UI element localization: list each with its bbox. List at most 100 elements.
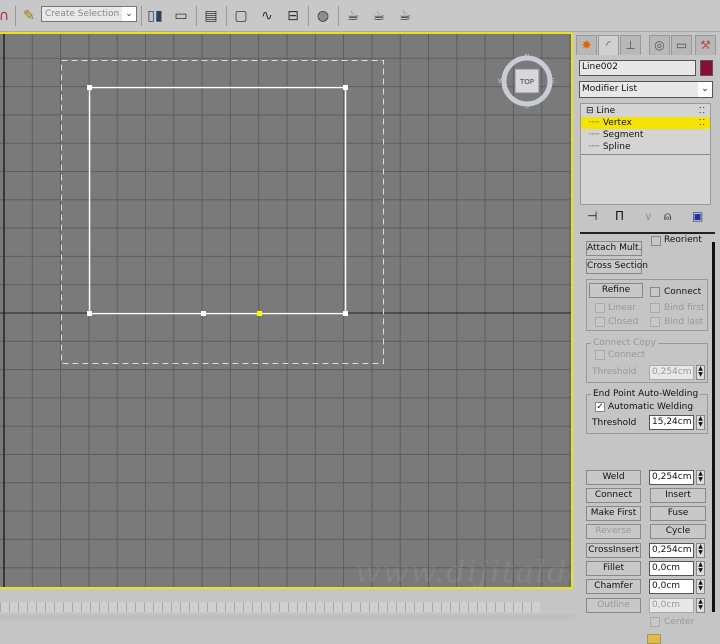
configure-modifier-sets-icon[interactable]: ▣ bbox=[692, 209, 703, 223]
connect-copy-label: Connect bbox=[608, 350, 646, 360]
reorient-checkbox[interactable] bbox=[651, 236, 661, 246]
spinner[interactable]: ▲ ▼ bbox=[696, 365, 705, 380]
reverse-button[interactable]: Reverse bbox=[586, 524, 641, 539]
show-end-result-icon[interactable]: Π bbox=[615, 209, 624, 223]
spinner[interactable]: ▲ ▼ bbox=[696, 470, 705, 485]
create-icon: ✸ bbox=[581, 38, 592, 52]
connect-copy-checkbox[interactable] bbox=[595, 350, 605, 360]
divider bbox=[196, 6, 197, 26]
stack-item-vertex[interactable]: ┈┈ Vertex ⁚⁚ bbox=[581, 117, 710, 129]
spinner[interactable]: ▲ ▼ bbox=[696, 598, 705, 613]
center-checkbox[interactable] bbox=[650, 617, 660, 627]
chamfer-input[interactable]: 0,0cm bbox=[649, 579, 694, 594]
outline-button[interactable]: Outline bbox=[586, 598, 641, 613]
spinner[interactable]: ▲ ▼ bbox=[696, 561, 705, 576]
linear-checkbox[interactable] bbox=[595, 303, 605, 313]
make-unique-icon[interactable]: ∨ bbox=[644, 209, 653, 223]
bind-last-checkbox[interactable] bbox=[650, 317, 660, 327]
layer-manager-icon[interactable]: ▤ bbox=[201, 7, 221, 25]
render-setup-icon[interactable]: ☕ bbox=[343, 7, 363, 25]
stack-item-spline[interactable]: ┈┈ Spline bbox=[581, 141, 710, 153]
refine-button[interactable]: Refine bbox=[589, 283, 643, 298]
selection-set-dropdown[interactable]: Create Selection Se ⌄ bbox=[41, 6, 137, 22]
vertex[interactable] bbox=[87, 85, 92, 90]
spinner[interactable]: ▲ ▼ bbox=[696, 579, 705, 594]
selection-mode-icon[interactable] bbox=[647, 634, 661, 644]
viewport-canvas[interactable]: TOP N S E W bbox=[0, 32, 573, 589]
bind-first-label: Bind first bbox=[664, 303, 705, 313]
panel-scrollbar[interactable] bbox=[712, 242, 715, 612]
make-first-button[interactable]: Make First bbox=[586, 506, 641, 521]
connect-button[interactable]: Connect bbox=[586, 488, 641, 503]
chamfer-button[interactable]: Chamfer bbox=[586, 579, 641, 594]
vertex[interactable] bbox=[201, 311, 206, 316]
chevron-down-icon: ⌄ bbox=[698, 82, 712, 97]
selection-set-text: Create Selection Se bbox=[45, 9, 134, 19]
auto-weld-threshold-input[interactable]: 15,24cm bbox=[649, 415, 694, 430]
weld-threshold-input[interactable]: 0,254cm bbox=[649, 470, 694, 485]
insert-button[interactable]: Insert bbox=[650, 488, 706, 503]
cross-section-button[interactable]: Cross Section bbox=[586, 259, 648, 274]
main-toolbar: ∩ ✎ Create Selection Se ⌄ ▯▮ ▭ ▤ ▢ ∿ ⊟ ◍ … bbox=[0, 0, 720, 32]
bind-first-checkbox[interactable] bbox=[650, 303, 660, 313]
remove-modifier-icon[interactable]: ⍝ bbox=[664, 209, 671, 224]
closed-checkbox[interactable] bbox=[595, 317, 605, 327]
line-shape[interactable] bbox=[88, 86, 347, 315]
magnet-icon[interactable]: ∩ bbox=[0, 7, 14, 25]
viewcube[interactable]: TOP N S E W bbox=[498, 53, 555, 110]
tab-utilities[interactable]: ⚒ bbox=[695, 35, 716, 55]
chevron-down-icon: ⌄ bbox=[122, 7, 136, 21]
subobject-dots-icon: ⁚⁚ bbox=[698, 106, 706, 115]
time-slider-track[interactable] bbox=[0, 602, 540, 612]
connect-copy-threshold-input[interactable]: 0,254cm bbox=[649, 365, 694, 380]
modify-icon: ◜ bbox=[606, 38, 611, 52]
vertex[interactable] bbox=[87, 311, 92, 316]
spinner[interactable]: ▲ ▼ bbox=[696, 543, 705, 558]
stack-item-line[interactable]: ⊟ Line ⁚⁚ bbox=[581, 105, 710, 117]
align-icon[interactable]: ▭ bbox=[171, 7, 191, 25]
subobject-dots-icon: ⁚⁚ bbox=[698, 118, 706, 127]
named-selection-edit-icon[interactable]: ✎ bbox=[19, 7, 39, 25]
scene-explorer-icon[interactable]: ▢ bbox=[231, 7, 251, 25]
selection-bounding-box bbox=[61, 60, 384, 364]
tree-line: ┈┈ bbox=[589, 142, 600, 152]
weld-button[interactable]: Weld bbox=[586, 470, 641, 485]
fillet-button[interactable]: Fillet bbox=[586, 561, 641, 576]
modifier-stack[interactable]: ⊟ Line ⁚⁚ ┈┈ Vertex ⁚⁚ ┈┈ Segment ┈┈ Spline bbox=[580, 103, 711, 205]
render-icon[interactable]: ☕ bbox=[395, 7, 415, 25]
divider bbox=[141, 6, 142, 26]
schematic-view-icon[interactable]: ⊟ bbox=[283, 7, 303, 25]
stack-item-segment[interactable]: ┈┈ Segment bbox=[581, 129, 710, 141]
fuse-button[interactable]: Fuse bbox=[650, 506, 706, 521]
tab-hierarchy[interactable]: ⊥ bbox=[620, 35, 641, 55]
attach-mult-button[interactable]: Attach Mult. bbox=[586, 241, 642, 256]
modifier-list-dropdown[interactable]: Modifier List ⌄ bbox=[579, 81, 713, 98]
vertex[interactable] bbox=[343, 311, 348, 316]
vertex[interactable] bbox=[343, 85, 348, 90]
material-editor-icon[interactable]: ◍ bbox=[313, 7, 333, 25]
cycle-button[interactable]: Cycle bbox=[650, 524, 706, 539]
object-color-swatch[interactable] bbox=[700, 60, 713, 76]
vertex-selected[interactable] bbox=[257, 311, 262, 316]
pin-stack-icon[interactable]: ⊣ bbox=[587, 209, 597, 223]
divider bbox=[580, 232, 715, 234]
render-frame-icon[interactable]: ☕ bbox=[369, 7, 389, 25]
tab-modify[interactable]: ◜ bbox=[598, 35, 619, 55]
tab-motion[interactable]: ◎ bbox=[649, 35, 670, 55]
automatic-welding-checkbox[interactable]: ✓ bbox=[595, 402, 605, 412]
outline-input[interactable]: 0,0cm bbox=[649, 598, 694, 613]
mirror-icon[interactable]: ▯▮ bbox=[145, 7, 165, 25]
connect-checkbox[interactable] bbox=[650, 287, 660, 297]
object-name-input[interactable]: Line002 bbox=[579, 60, 696, 76]
curve-editor-icon[interactable]: ∿ bbox=[257, 7, 277, 25]
compass-east: E bbox=[551, 78, 555, 85]
viewcube-face-label: TOP bbox=[519, 78, 534, 86]
cross-insert-button[interactable]: CrossInsert bbox=[586, 543, 641, 558]
spinner[interactable]: ▲ ▼ bbox=[696, 415, 705, 430]
watermark: www.dijitalde bbox=[355, 555, 589, 590]
fillet-input[interactable]: 0,0cm bbox=[649, 561, 694, 576]
cross-insert-input[interactable]: 0,254cm bbox=[649, 543, 694, 558]
tab-display[interactable]: ▭ bbox=[671, 35, 692, 55]
viewport-top[interactable]: TOP N S E W bbox=[0, 32, 573, 589]
tab-create[interactable]: ✸ bbox=[576, 35, 597, 55]
